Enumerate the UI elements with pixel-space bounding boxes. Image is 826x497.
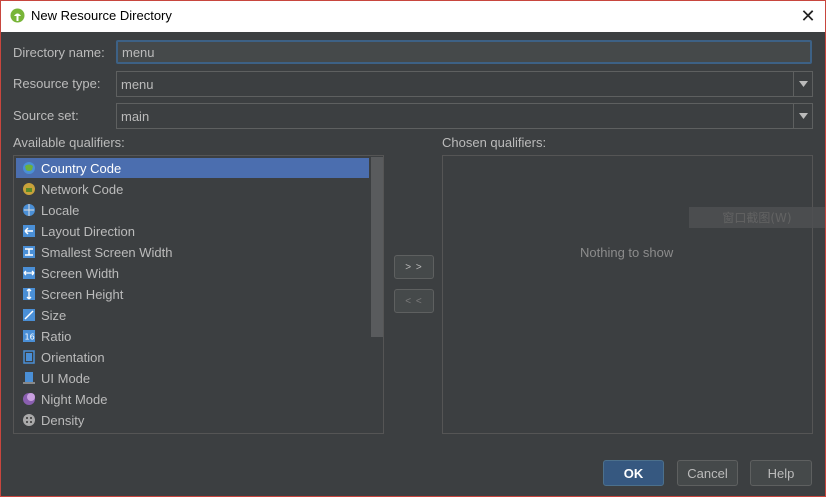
resource-type-label: Resource type: [13,76,101,91]
night-mode-icon [22,392,36,406]
qualifier-item-label: Size [41,307,67,323]
available-qualifiers-list[interactable]: Country Code Network Code Locale Layout Dir… [13,155,384,434]
qualifier-item[interactable]: UI Mode [16,368,369,388]
source-set-combo[interactable]: main [116,103,813,129]
layout-direction-icon [22,224,36,238]
source-set-value: main [121,109,150,124]
qualifier-item[interactable]: 16 Ratio [16,326,369,346]
screenshot-tooltip: 窗口截图(W) [689,207,825,228]
source-set-label: Source set: [13,108,79,123]
qualifier-item-label: Screen Width [41,265,120,281]
title-bar: New Resource Directory ✕ [1,1,825,32]
close-icon[interactable]: ✕ [797,5,819,27]
qualifier-item[interactable]: Country Code [16,158,369,178]
qualifier-item[interactable]: Network Code [16,179,369,199]
size-icon [22,308,36,322]
globe-icon [22,203,36,217]
remove-qualifier-button[interactable]: < < [394,289,434,313]
screen-height-icon [22,287,36,301]
directory-name-input[interactable] [118,42,810,62]
qualifier-item-label: UI Mode [41,370,91,386]
country-code-icon [22,161,36,175]
qualifier-item[interactable]: Density [16,410,369,430]
qualifier-item-label: Density [41,412,85,428]
ok-button[interactable]: OK [603,460,664,486]
svg-text:16: 16 [25,333,35,342]
qualifier-item-label: Network Code [41,181,124,197]
chosen-qualifiers-label: Chosen qualifiers: [442,135,547,150]
chevron-down-icon[interactable] [793,104,812,128]
qualifier-item[interactable]: Smallest Screen Width [16,242,369,262]
qualifier-item[interactable]: Orientation [16,347,369,367]
help-button[interactable]: Help [750,460,812,486]
android-studio-icon [10,8,25,23]
add-qualifier-button[interactable]: > > [394,255,434,279]
network-code-icon [22,182,36,196]
qualifier-item[interactable]: Screen Width [16,263,369,283]
qualifier-item-label: Screen Height [41,286,124,302]
qualifier-item[interactable]: Screen Height [16,284,369,304]
list-scrollbar[interactable] [371,157,383,337]
ui-mode-icon [22,371,36,385]
screen-width-icon [22,266,36,280]
qualifier-item-label: Country Code [41,160,122,176]
chevron-down-icon[interactable] [793,72,812,96]
qualifier-item[interactable]: Layout Direction [16,221,369,241]
qualifier-item-label: Ratio [41,328,72,344]
qualifier-item-label: Night Mode [41,391,108,407]
chosen-qualifiers-list[interactable]: Nothing to show [442,155,813,434]
empty-state-text: Nothing to show [580,245,674,260]
qualifier-item-label: Smallest Screen Width [41,244,173,260]
qualifier-item[interactable]: Size [16,305,369,325]
orientation-icon [22,350,36,364]
directory-name-label: Directory name: [13,45,105,60]
resource-type-combo[interactable]: menu [116,71,813,97]
smallest-width-icon [22,245,36,259]
dialog-window: New Resource Directory ✕ Directory name:… [0,0,826,497]
directory-name-field[interactable] [116,40,812,64]
density-icon [22,413,36,427]
available-qualifiers-label: Available qualifiers: [13,135,125,150]
resource-type-value: menu [121,77,154,92]
qualifier-item-label: Orientation [41,349,105,365]
qualifier-item[interactable]: Locale [16,200,369,220]
cancel-button[interactable]: Cancel [677,460,738,486]
dialog-title: New Resource Directory [31,8,172,23]
qualifier-item-label: Locale [41,202,80,218]
qualifier-item[interactable]: Night Mode [16,389,369,409]
qualifier-item-label: Layout Direction [41,223,135,239]
ratio-icon: 16 [22,329,36,343]
